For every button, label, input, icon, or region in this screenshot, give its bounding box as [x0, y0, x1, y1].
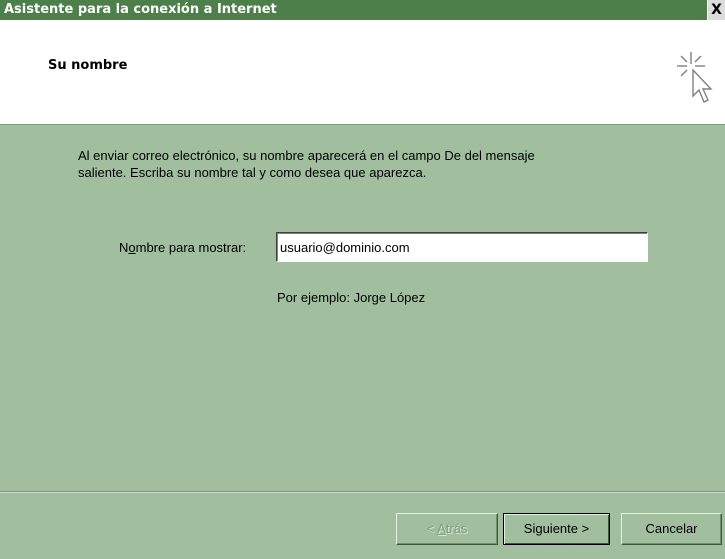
- title-bar[interactable]: Asistente para la conexión a Internet X: [0, 0, 725, 20]
- close-button[interactable]: X: [707, 0, 725, 20]
- back-rest: trás: [445, 521, 468, 536]
- description-text: Al enviar correo electrónico, su nombre …: [78, 147, 678, 181]
- description-line-1: Al enviar correo electrónico, su nombre …: [78, 148, 535, 163]
- next-button[interactable]: Siguiente >: [503, 513, 610, 545]
- cancel-button[interactable]: Cancelar: [621, 513, 722, 545]
- footer-divider: [0, 491, 725, 493]
- label-accesskey: o: [128, 240, 136, 255]
- wizard-window: Asistente para la conexión a Internet X …: [0, 0, 725, 559]
- close-icon: X: [711, 2, 722, 18]
- label-text-1: N: [119, 240, 129, 255]
- window-title: Asistente para la conexión a Internet: [4, 2, 277, 17]
- example-text: Por ejemplo: Jorge López: [277, 290, 426, 305]
- display-name-input[interactable]: [276, 232, 648, 262]
- label-text-2: mbre para mostrar:: [135, 240, 247, 255]
- page-title: Su nombre: [48, 58, 128, 73]
- wizard-cursor-icon: [677, 52, 713, 103]
- back-prefix: <: [426, 521, 438, 536]
- display-name-label: Nombre para mostrar:: [119, 240, 246, 255]
- description-line-2: saliente. Escriba su nombre tal y como d…: [78, 165, 427, 180]
- back-button[interactable]: < Atrás: [396, 513, 498, 545]
- wizard-header: Su nombre: [0, 20, 725, 125]
- back-accesskey: A: [437, 521, 446, 536]
